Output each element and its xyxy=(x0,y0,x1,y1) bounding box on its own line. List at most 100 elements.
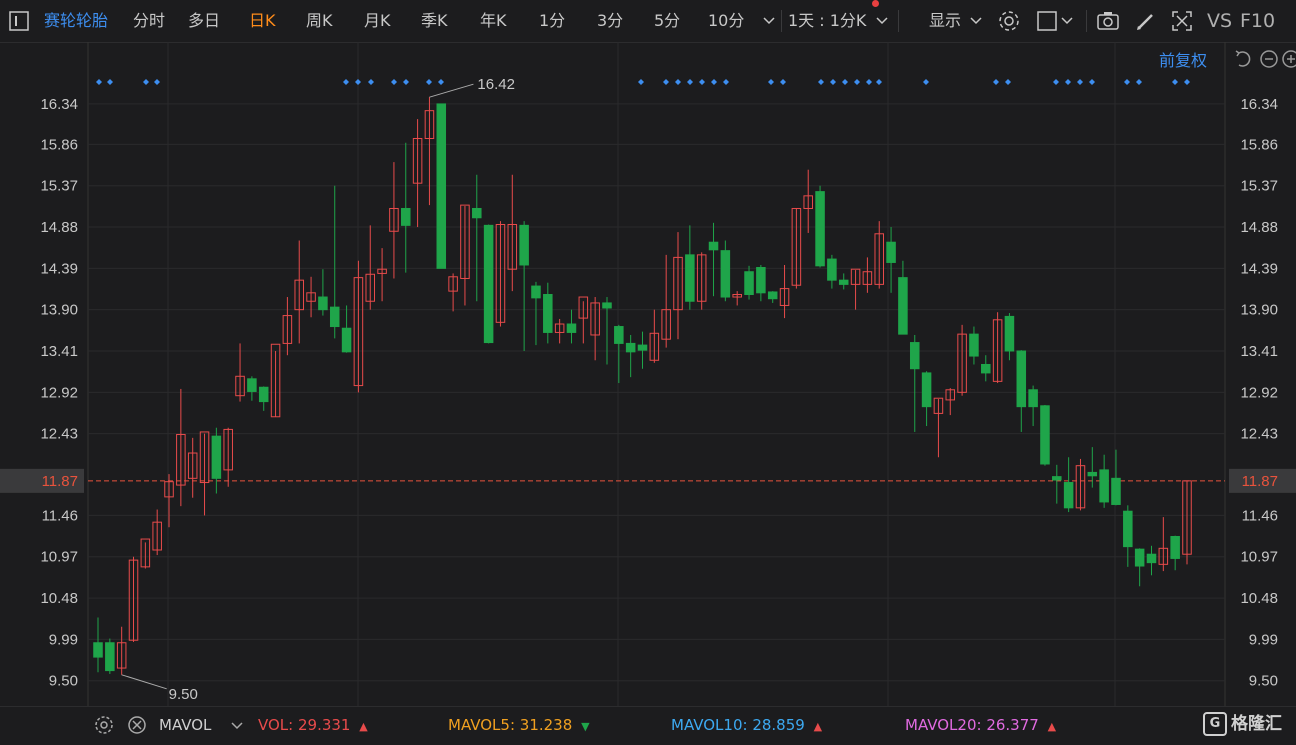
event-marker-icon xyxy=(768,79,774,85)
chevron-down-icon[interactable] xyxy=(1058,12,1076,30)
fullscreen-icon[interactable] xyxy=(1170,9,1194,33)
pencil-icon[interactable] xyxy=(1134,9,1158,33)
gear-icon[interactable] xyxy=(94,715,114,735)
candle-body xyxy=(625,342,636,353)
period-tab-3min[interactable]: 3分 xyxy=(597,0,623,42)
chevron-down-icon[interactable] xyxy=(228,717,246,735)
indicator-bar: MAVOL VOL: 29.331 ▲ MAVOL5: 31.238 ▼ MAV… xyxy=(0,706,1296,744)
candle-body xyxy=(329,306,340,328)
candle-body xyxy=(637,344,648,351)
price-tick-label-left: 9.99 xyxy=(49,631,78,648)
indicator-select[interactable]: MAVOL xyxy=(159,707,211,744)
price-tick-label-right: 11.87 xyxy=(1242,473,1278,490)
vs-compare-button[interactable]: VS xyxy=(1207,0,1232,42)
event-marker-icon xyxy=(426,79,432,85)
candle-body xyxy=(318,296,328,311)
period-tab-daily[interactable]: 日K xyxy=(249,0,276,42)
price-tick-label-left: 9.50 xyxy=(49,673,78,690)
candle-body xyxy=(1099,469,1109,503)
candle-body xyxy=(1063,482,1074,509)
event-marker-icon xyxy=(638,79,644,85)
price-tick-label-right: 13.41 xyxy=(1240,343,1278,360)
event-marker-icon xyxy=(711,79,717,85)
candle-body xyxy=(1146,553,1157,564)
candle-body xyxy=(1004,315,1015,352)
period-tab-quarterly[interactable]: 季K xyxy=(421,0,448,42)
candle-body xyxy=(767,291,778,300)
candlestick-chart[interactable]: 16.34 16.34 15.86 15.86 15.37 15.37 14.88 14.88… xyxy=(0,42,1296,706)
candle-body xyxy=(898,277,908,335)
event-marker-icon xyxy=(993,79,999,85)
candle-body xyxy=(921,372,932,408)
camera-icon[interactable] xyxy=(1096,9,1120,33)
event-marker-icon xyxy=(1172,79,1178,85)
period-tab-10min[interactable]: 10分 xyxy=(708,0,744,42)
candle-body xyxy=(258,386,269,403)
candle-body xyxy=(981,363,991,374)
price-tick-label-right: 11.46 xyxy=(1242,507,1278,524)
high-annotation-label: 16.42 xyxy=(477,76,515,93)
event-marker-icon xyxy=(368,79,374,85)
candle-body xyxy=(1087,471,1098,477)
candle-body xyxy=(1134,548,1145,567)
period-tab-intraday[interactable]: 分时 xyxy=(133,0,165,42)
candle-body xyxy=(483,224,494,344)
candle-body xyxy=(105,642,115,672)
candle-body xyxy=(1111,477,1121,505)
event-marker-icon xyxy=(876,79,882,85)
candle-body xyxy=(909,342,920,370)
event-marker-icon xyxy=(1124,79,1130,85)
period-tab-weekly[interactable]: 周K xyxy=(306,0,333,42)
period-tab-monthly[interactable]: 月K xyxy=(364,0,391,42)
period-tab-multiday[interactable]: 多日 xyxy=(188,0,220,42)
candle-body xyxy=(247,378,257,392)
notification-dot xyxy=(872,0,879,7)
price-tick-label-right: 9.99 xyxy=(1249,631,1278,648)
candle-body xyxy=(211,435,222,479)
period-combo-select[interactable]: 1天 : 1分K xyxy=(788,0,866,42)
event-marker-icon xyxy=(699,79,705,85)
event-marker-icon xyxy=(866,79,872,85)
settings-icon[interactable] xyxy=(997,9,1021,33)
stock-name[interactable]: 赛轮轮胎 xyxy=(44,0,108,42)
candle-body xyxy=(815,191,825,267)
chevron-down-icon[interactable] xyxy=(873,12,891,30)
display-menu[interactable]: 显示 xyxy=(929,0,961,42)
period-tab-1min[interactable]: 1分 xyxy=(539,0,565,42)
chevron-down-icon[interactable] xyxy=(967,12,985,30)
price-tick-label-right: 10.97 xyxy=(1240,549,1278,566)
price-tick-label-right: 9.50 xyxy=(1249,673,1278,690)
price-tick-label-left: 13.41 xyxy=(40,343,78,360)
price-tick-label-left: 14.39 xyxy=(40,260,78,277)
logo-mark-icon: G xyxy=(1203,712,1227,736)
price-tick-label-right: 15.37 xyxy=(1240,178,1278,195)
candle-body xyxy=(614,326,624,344)
chevron-down-icon[interactable] xyxy=(760,12,778,30)
checkbox-icon[interactable] xyxy=(1036,9,1060,33)
period-tab-5min[interactable]: 5分 xyxy=(654,0,680,42)
f10-button[interactable]: F10 xyxy=(1240,0,1275,42)
candle-body xyxy=(341,327,352,353)
price-tick-label-right: 14.88 xyxy=(1240,219,1278,236)
price-tick-label-right: 12.92 xyxy=(1240,384,1278,401)
event-marker-icon xyxy=(842,79,848,85)
candle-body xyxy=(400,207,411,226)
event-marker-icon xyxy=(438,79,444,85)
brand-logo: G 格隆汇 xyxy=(1203,706,1282,743)
low-annotation-leader xyxy=(121,674,167,690)
price-tick-label-left: 10.97 xyxy=(40,549,78,566)
candle-body xyxy=(519,224,529,266)
period-tab-yearly[interactable]: 年K xyxy=(480,0,507,42)
close-icon[interactable] xyxy=(127,715,147,735)
event-marker-icon xyxy=(391,79,397,85)
candle-body xyxy=(602,302,612,309)
toolbar-divider xyxy=(781,10,782,32)
price-tick-label-left: 14.88 xyxy=(40,219,78,236)
candle-body xyxy=(886,241,896,263)
arrow-up-icon: ▲ xyxy=(813,720,823,733)
price-tick-label-right: 14.39 xyxy=(1240,260,1278,277)
mavol5-label: MAVOL5: xyxy=(448,716,520,734)
candle-body xyxy=(436,103,447,269)
menu-icon[interactable] xyxy=(8,10,30,32)
mavol5-value: 31.238 xyxy=(519,716,573,734)
